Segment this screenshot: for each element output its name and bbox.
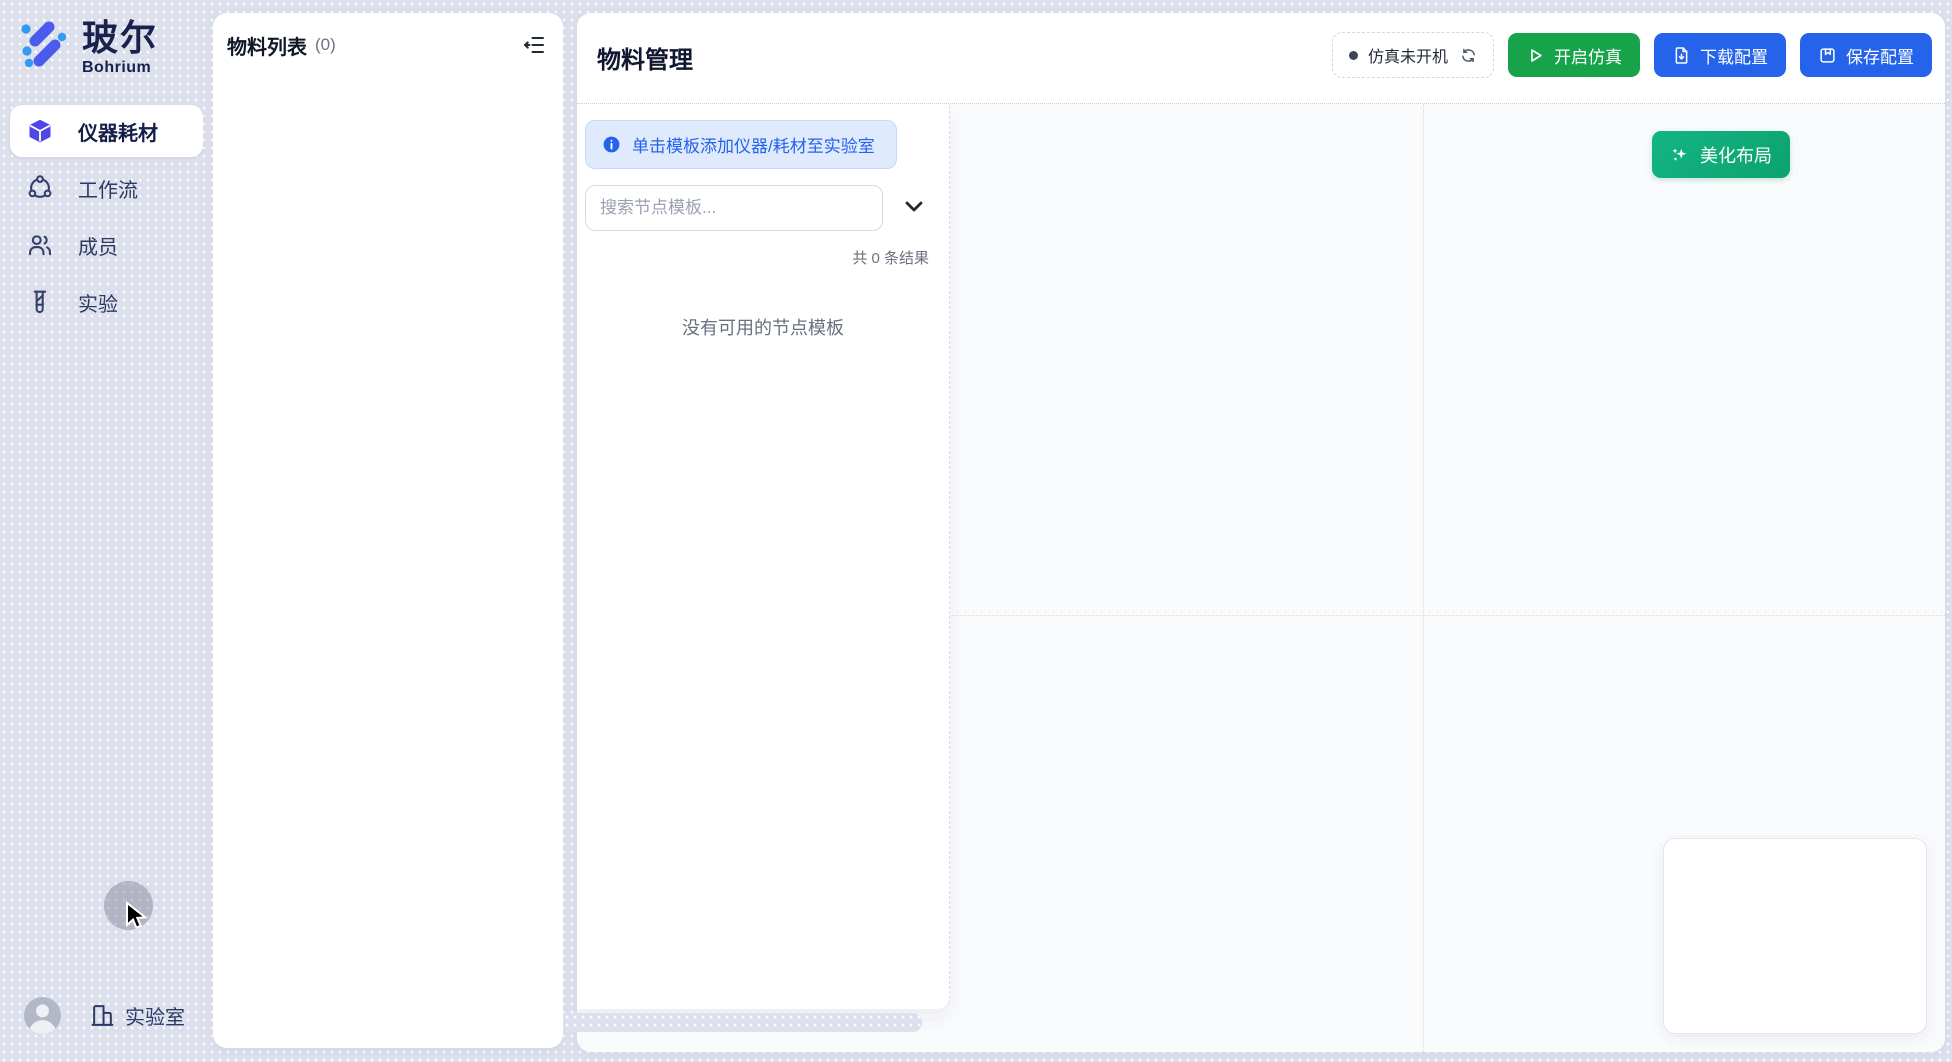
sidebar-footer: 实验室: [0, 995, 213, 1035]
result-count: 共 0 条结果: [852, 247, 929, 268]
users-icon: [27, 232, 53, 258]
brand-subtitle: Bohrium: [82, 59, 158, 77]
sidebar-item-instruments[interactable]: 仪器耗材: [10, 105, 203, 157]
sidebar-item-label: 成员: [78, 231, 118, 260]
sidebar-item-members[interactable]: 成员: [10, 219, 203, 271]
save-icon: [1818, 46, 1837, 65]
canvas-guide-horizontal: [950, 615, 1945, 616]
brand: 玻尔 Bohrium: [18, 18, 158, 77]
canvas-guide-vertical: [1423, 104, 1424, 1052]
lab-switcher[interactable]: 实验室: [90, 1001, 185, 1030]
chevron-down-icon[interactable]: [902, 194, 926, 218]
file-download-icon: [1672, 46, 1691, 65]
header-actions: 仿真未开机 开启仿真: [1332, 33, 1932, 77]
save-config-label: 保存配置: [1846, 43, 1914, 68]
refresh-icon[interactable]: [1460, 47, 1477, 64]
status-dot-icon: [1349, 51, 1358, 60]
beautify-layout-button[interactable]: 美化布局: [1652, 131, 1790, 178]
app-root: 玻尔 Bohrium 仪器耗材 工作流: [0, 0, 1952, 1062]
bohrium-logo-icon: [18, 20, 66, 68]
page-title: 物料管理: [597, 40, 693, 75]
material-list-panel: 物料列表 (0): [213, 13, 563, 1048]
user-avatar[interactable]: [24, 997, 61, 1034]
test-tube-icon: [27, 289, 53, 315]
sparkles-icon: [1670, 145, 1690, 165]
play-icon: [1526, 46, 1545, 65]
hint-banner-text: 单击模板添加仪器/耗材至实验室: [632, 132, 875, 157]
sidebar-item-experiments[interactable]: 实验: [10, 276, 203, 328]
beautify-layout-label: 美化布局: [1700, 142, 1772, 168]
person-icon: [24, 997, 61, 1034]
search-input[interactable]: [585, 185, 883, 231]
workflow-hub-icon: [27, 175, 53, 201]
start-simulation-label: 开启仿真: [1554, 43, 1622, 68]
minimap[interactable]: [1663, 838, 1927, 1034]
mouse-cursor: [124, 901, 150, 933]
info-icon: [602, 135, 621, 154]
sidebar-item-label: 仪器耗材: [78, 117, 158, 146]
building-icon: [90, 1003, 115, 1028]
lab-label: 实验室: [125, 1001, 185, 1030]
material-list-count: (0): [315, 35, 336, 55]
sidebar-item-label: 工作流: [78, 174, 138, 203]
start-simulation-button[interactable]: 开启仿真: [1508, 33, 1640, 77]
sidebar-item-label: 实验: [78, 288, 118, 317]
hint-banner: 单击模板添加仪器/耗材至实验室: [585, 120, 897, 169]
material-list-header: 物料列表 (0): [213, 13, 563, 77]
collapse-panel-icon[interactable]: [521, 33, 547, 57]
node-template-panel: 单击模板添加仪器/耗材至实验室 共 0 条结果 没有可用的节点模板: [577, 104, 950, 1009]
material-list-title: 物料列表: [227, 31, 307, 60]
save-config-button[interactable]: 保存配置: [1800, 33, 1932, 77]
sidebar-item-workflow[interactable]: 工作流: [10, 162, 203, 214]
main-header: 物料管理 仿真未开机 开启仿真: [577, 13, 1945, 104]
surface-gap-band: [563, 1013, 922, 1032]
sidebar-nav: 仪器耗材 工作流 成员: [0, 105, 213, 333]
simulation-status-label: 仿真未开机: [1368, 43, 1448, 67]
brand-name: 玻尔: [82, 18, 158, 58]
cube-icon: [27, 118, 53, 144]
simulation-status-pill[interactable]: 仿真未开机: [1332, 32, 1494, 78]
download-config-button[interactable]: 下载配置: [1654, 33, 1786, 77]
download-config-label: 下载配置: [1700, 43, 1768, 68]
empty-templates-text: 没有可用的节点模板: [577, 314, 949, 340]
